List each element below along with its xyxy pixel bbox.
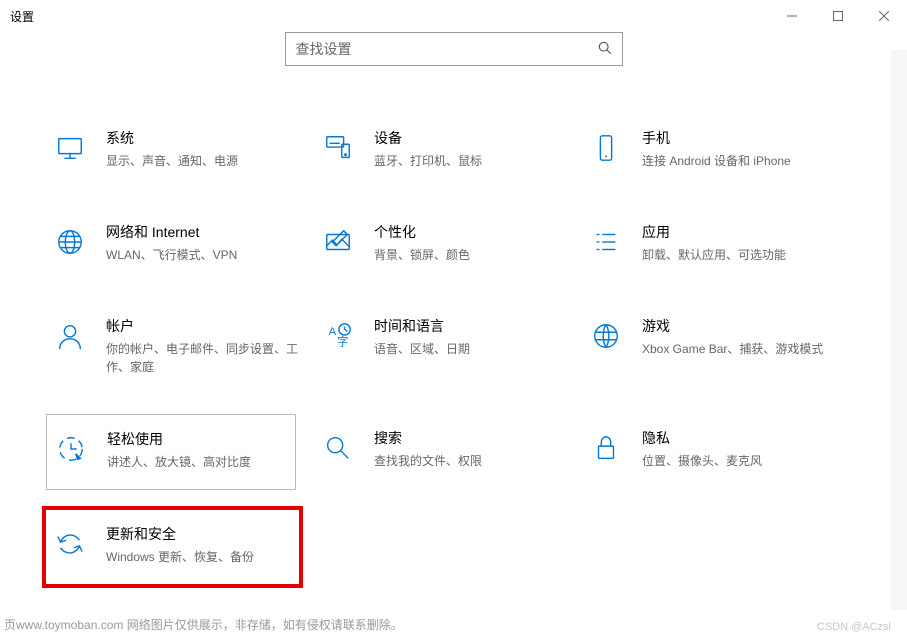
person-icon <box>52 318 88 354</box>
tile-ease-of-access[interactable]: 轻松使用讲述人、放大镜、高对比度 <box>46 414 296 490</box>
tile-title: 更新和安全 <box>106 524 254 544</box>
tile-privacy[interactable]: 隐私位置、摄像头、麦克风 <box>588 428 838 472</box>
close-button[interactable] <box>861 0 907 32</box>
category-grid: 系统显示、声音、通知、电源 设备蓝牙、打印机、鼠标 手机连接 Android 设… <box>52 128 887 566</box>
tile-sub: 你的帐户、电子邮件、同步设置、工作、家庭 <box>106 340 302 376</box>
tile-sub: 讲述人、放大镜、高对比度 <box>107 453 251 471</box>
devices-icon <box>320 130 356 166</box>
tile-personalization[interactable]: 个性化背景、锁屏、颜色 <box>320 222 570 264</box>
tile-sub: Xbox Game Bar、捕获、游戏模式 <box>642 340 823 358</box>
tile-sub: 位置、摄像头、麦克风 <box>642 452 762 470</box>
tile-title: 系统 <box>106 128 238 148</box>
update-icon <box>52 526 88 562</box>
ease-of-access-icon <box>53 431 89 467</box>
tile-title: 应用 <box>642 222 786 242</box>
tile-devices[interactable]: 设备蓝牙、打印机、鼠标 <box>320 128 570 170</box>
search-box[interactable] <box>285 32 623 66</box>
tile-update-security[interactable]: 更新和安全 Windows 更新、恢复、备份 <box>42 506 303 588</box>
tile-sub: Windows 更新、恢复、备份 <box>106 548 254 566</box>
tile-phone[interactable]: 手机连接 Android 设备和 iPhone <box>588 128 838 170</box>
tile-title: 轻松使用 <box>107 429 251 449</box>
time-language-icon: A字 <box>320 318 356 354</box>
tile-time-language[interactable]: A字 时间和语言语音、区域、日期 <box>320 316 570 376</box>
phone-icon <box>588 130 624 166</box>
tile-sub: 卸载、默认应用、可选功能 <box>642 246 786 264</box>
search-icon <box>598 41 612 58</box>
tile-title: 隐私 <box>642 428 762 448</box>
search-category-icon <box>320 430 356 466</box>
personalization-icon <box>320 224 356 260</box>
tile-sub: 蓝牙、打印机、鼠标 <box>374 152 482 170</box>
tile-title: 时间和语言 <box>374 316 470 336</box>
lock-icon <box>588 430 624 466</box>
tile-title: 搜索 <box>374 428 482 448</box>
system-icon <box>52 130 88 166</box>
tile-title: 设备 <box>374 128 482 148</box>
maximize-button[interactable] <box>815 0 861 32</box>
tile-system[interactable]: 系统显示、声音、通知、电源 <box>52 128 302 170</box>
settings-home: 系统显示、声音、通知、电源 设备蓝牙、打印机、鼠标 手机连接 Android 设… <box>0 78 907 586</box>
titlebar: 设置 <box>0 0 907 32</box>
search-input[interactable] <box>296 41 598 57</box>
tile-sub: 背景、锁屏、颜色 <box>374 246 470 264</box>
tile-title: 帐户 <box>106 316 302 336</box>
globe-icon <box>52 224 88 260</box>
window-title: 设置 <box>10 8 34 25</box>
tile-accounts[interactable]: 帐户你的帐户、电子邮件、同步设置、工作、家庭 <box>52 316 302 376</box>
tile-sub: 显示、声音、通知、电源 <box>106 152 238 170</box>
tile-sub: 查找我的文件、权限 <box>374 452 482 470</box>
gaming-icon <box>588 318 624 354</box>
tile-sub: 连接 Android 设备和 iPhone <box>642 152 791 170</box>
tile-title: 手机 <box>642 128 791 148</box>
watermark: CSDN @ACzsl <box>817 621 891 633</box>
tile-title: 网络和 Internet <box>106 222 237 242</box>
svg-text:字: 字 <box>337 334 348 348</box>
tile-apps[interactable]: 应用卸载、默认应用、可选功能 <box>588 222 838 264</box>
tile-gaming[interactable]: 游戏 Xbox Game Bar、捕获、游戏模式 <box>588 316 838 376</box>
tile-title: 游戏 <box>642 316 823 336</box>
footer-note: 页www.toymoban.com 网络图片仅供展示，非存储，如有侵权请联系删除… <box>4 616 403 633</box>
tile-search[interactable]: 搜索查找我的文件、权限 <box>320 428 570 472</box>
scrollbar[interactable] <box>891 50 907 610</box>
window-controls <box>769 0 907 32</box>
tile-sub: 语音、区域、日期 <box>374 340 470 358</box>
tile-network[interactable]: 网络和 Internet WLAN、飞行模式、VPN <box>52 222 302 264</box>
svg-text:A: A <box>329 326 337 338</box>
apps-icon <box>588 224 624 260</box>
minimize-button[interactable] <box>769 0 815 32</box>
tile-sub: WLAN、飞行模式、VPN <box>106 246 237 264</box>
search-row <box>0 32 907 78</box>
tile-title: 个性化 <box>374 222 470 242</box>
